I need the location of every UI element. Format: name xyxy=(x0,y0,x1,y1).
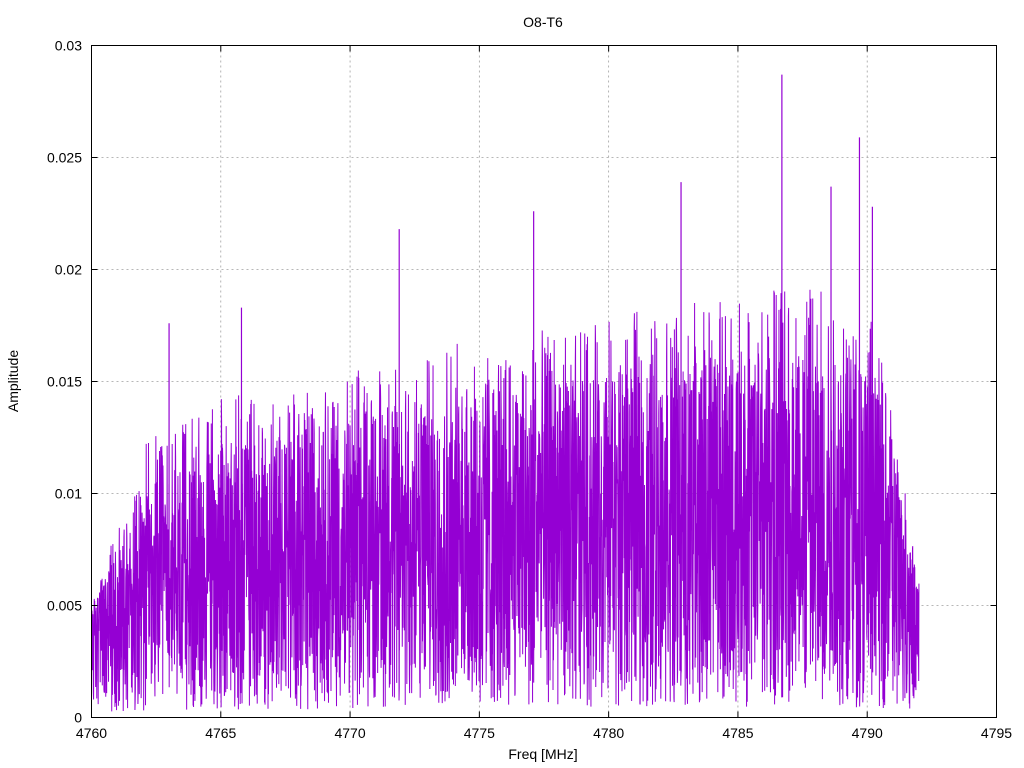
x-tick-label: 4785 xyxy=(722,725,753,741)
x-tick-label: 4795 xyxy=(981,725,1012,741)
y-tick-label: 0.03 xyxy=(55,38,82,54)
x-tick-label: 4780 xyxy=(593,725,624,741)
y-axis-label: Amplitude xyxy=(5,350,21,412)
y-tick-label: 0 xyxy=(74,710,82,726)
x-tick-label: 4765 xyxy=(205,725,236,741)
x-tick-label: 4790 xyxy=(852,725,883,741)
x-tick-label: 4770 xyxy=(334,725,365,741)
y-tick-label: 0.01 xyxy=(55,486,82,502)
y-tick-label: 0.015 xyxy=(47,374,82,390)
x-tick-label: 4760 xyxy=(76,725,107,741)
y-tick-label: 0.025 xyxy=(47,150,82,166)
y-tick-label: 0.02 xyxy=(55,262,82,278)
x-axis-label: Freq [MHz] xyxy=(508,746,577,762)
y-tick-label: 0.005 xyxy=(47,598,82,614)
x-tick-label: 4775 xyxy=(464,725,495,741)
chart: 4760 4765 4770 4775 4780 4785 4790 4795 0 0.005 0… xyxy=(0,0,1024,768)
chart-title: O8-T6 xyxy=(523,14,563,30)
